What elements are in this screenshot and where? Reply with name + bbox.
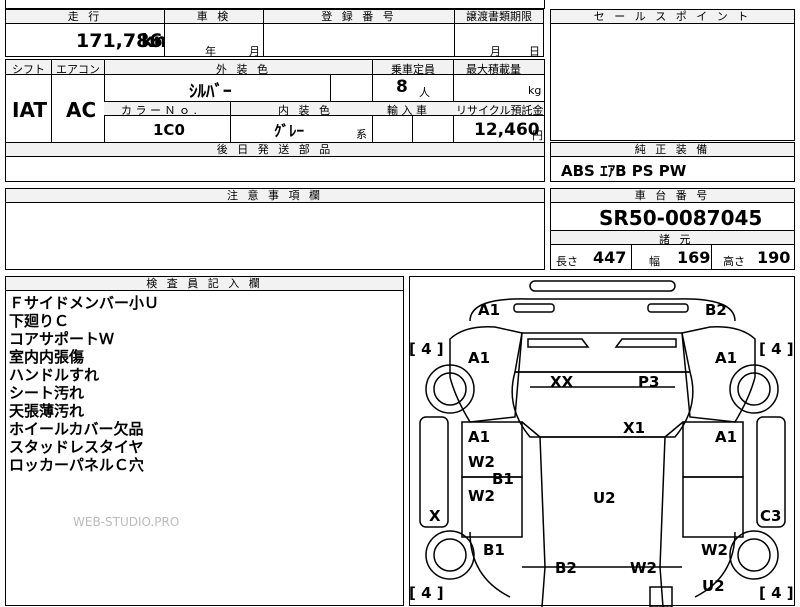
map-w2-left2: W2: [468, 487, 495, 505]
equipment-box: 純 正 装 備 ABS ｴｱB PS PW: [550, 142, 795, 182]
map-x-left: X: [429, 507, 441, 525]
top-cutoff-row: [5, 0, 545, 9]
exterior-color-label: 外 装 色: [216, 63, 271, 76]
map-a1-mid-left: A1: [468, 428, 491, 446]
max-load-label: 最大積載量: [466, 63, 521, 76]
height-label: 高さ: [723, 255, 745, 268]
recycle-value: 12,460: [474, 120, 540, 140]
inspector-note-line: シート汚れ: [9, 384, 85, 402]
map-c3-right: C3: [760, 507, 782, 525]
notes-box: 注 意 事 項 欄: [5, 188, 545, 270]
tread-top-left: [ 4 ]: [409, 340, 444, 358]
import-label: 輸 入 車: [387, 104, 427, 117]
inspector-note-line: Ｆサイドメンバー小Ｕ: [9, 294, 160, 312]
map-b1-bottom-left: B1: [483, 541, 505, 559]
tread-bottom-left: [ 4 ]: [409, 584, 444, 602]
shift-label: シフト: [12, 63, 45, 76]
width-label: 幅: [649, 255, 660, 268]
inspector-note-line: 天張薄汚れ: [9, 402, 85, 420]
later-parts-label: 後 日 発 送 部 品: [6, 143, 544, 157]
map-u2-center: U2: [593, 489, 616, 507]
recycle-unit: 円: [532, 129, 543, 142]
aircon-label: エアコン: [56, 63, 100, 76]
map-xx: XX: [550, 373, 574, 391]
inspector-note-line: コアサポートＷ: [9, 330, 115, 348]
inspection-month-unit: 月: [249, 45, 260, 58]
map-b2-top-right: B2: [705, 301, 727, 319]
aircon-value: AC: [66, 98, 97, 122]
registration-box: 登 録 番 号: [263, 9, 455, 57]
color-no-value: 1C0: [153, 121, 185, 139]
equipment-label: 純 正 装 備: [551, 143, 794, 157]
sales-point-box: セ ー ル ス ポ イ ン ト: [550, 9, 795, 141]
length-value: 447: [593, 248, 627, 267]
map-b2-bottom: B2: [555, 559, 577, 577]
transfer-day-unit: 日: [529, 45, 540, 58]
mileage-label: 走 行: [6, 10, 164, 24]
map-a1-right: A1: [715, 349, 738, 367]
spec-row-box: シフト エアコン 外 装 色 乗車定員 最大積載量 IAT AC ｼﾙﾊﾞｰ 8…: [5, 59, 545, 143]
exterior-color-value: ｼﾙﾊﾞｰ: [189, 82, 232, 102]
equipment-value: ABS ｴｱB PS PW: [561, 162, 687, 180]
interior-color-label: 内 装 色: [278, 104, 333, 117]
inspector-note-line: ホイールカバー欠品: [9, 420, 144, 438]
inspector-notes-list: Ｆサイドメンバー小Ｕ 下廻りＣ コアサポートＷ 室内内張傷 ハンドルすれ シート汚れ 天張薄…: [9, 294, 159, 474]
map-w2-bottom: W2: [630, 559, 657, 577]
map-a1-left: A1: [468, 349, 491, 367]
map-w2-left: W2: [468, 453, 495, 471]
registration-label: 登 録 番 号: [264, 10, 454, 24]
map-b1-left: B1: [492, 470, 514, 488]
width-value: 169: [677, 248, 711, 267]
height-value: 190: [757, 248, 791, 267]
spec-label: 諸 元: [659, 233, 694, 246]
sales-point-label: セ ー ル ス ポ イ ン ト: [551, 10, 794, 24]
capacity-value: 8: [396, 77, 408, 97]
chassis-label: 車 台 番 号: [551, 189, 794, 203]
interior-suffix: 系: [356, 128, 367, 141]
capacity-label: 乗車定員: [391, 63, 435, 76]
map-u2-bottom: U2: [702, 577, 725, 595]
map-p3: P3: [638, 373, 660, 391]
map-w2-bottom-right: W2: [701, 541, 728, 559]
chassis-number: SR50-0087045: [599, 206, 763, 230]
interior-color-value: ｸﾞﾚｰ: [274, 122, 305, 140]
inspector-note-line: 室内内張傷: [9, 348, 85, 366]
inspection-box: 車 検 年 月: [164, 9, 264, 58]
color-no-label: カ ラ ー Ｎ ｏ .: [121, 104, 197, 117]
inspector-note-line: ロッカーパネルＣ穴: [9, 456, 144, 474]
map-a1-top-left: A1: [478, 301, 501, 319]
transfer-box: 譲渡書類期限 月 日: [454, 9, 544, 58]
inspector-note-line: ハンドルすれ: [9, 366, 100, 384]
capacity-unit: 人: [419, 86, 430, 99]
notes-label: 注 意 事 項 欄: [6, 189, 544, 203]
later-parts-box: 後 日 発 送 部 品: [5, 142, 545, 182]
recycle-label: リサイクル預託金: [456, 104, 544, 117]
watermark: WEB-STUDIO.PRO: [73, 515, 180, 529]
transfer-month-unit: 月: [490, 45, 501, 58]
inspection-year-unit: 年: [205, 45, 216, 58]
load-unit: kg: [528, 84, 542, 97]
car-map-box: A1 B2 A1 A1 XX P3 X1 A1 A1 W2 B1 W2 U2 X…: [409, 276, 795, 607]
chassis-box: 車 台 番 号 SR50-0087045 諸 元 長さ 447 幅 169 高さ…: [550, 188, 795, 270]
transfer-label: 譲渡書類期限: [455, 10, 543, 24]
map-x1: X1: [623, 419, 646, 437]
shift-value: IAT: [12, 98, 48, 122]
tread-bottom-right: [ 4 ]: [759, 584, 794, 602]
mileage-box: 走 行 171,786 km: [5, 9, 173, 57]
inspection-label: 車 検: [165, 10, 263, 24]
inspector-note-line: 下廻りＣ: [9, 312, 70, 330]
inspector-box: 検 査 員 記 入 欄 Ｆサイドメンバー小Ｕ 下廻りＣ コアサポートＷ 室内内張傷 ハン…: [5, 276, 404, 606]
inspector-note-line: スタッドレスタイヤ: [9, 438, 144, 456]
inspector-label: 検 査 員 記 入 欄: [6, 277, 403, 291]
length-label: 長さ: [556, 255, 578, 268]
map-a1-mid-right: A1: [715, 428, 738, 446]
tread-top-right: [ 4 ]: [759, 340, 794, 358]
